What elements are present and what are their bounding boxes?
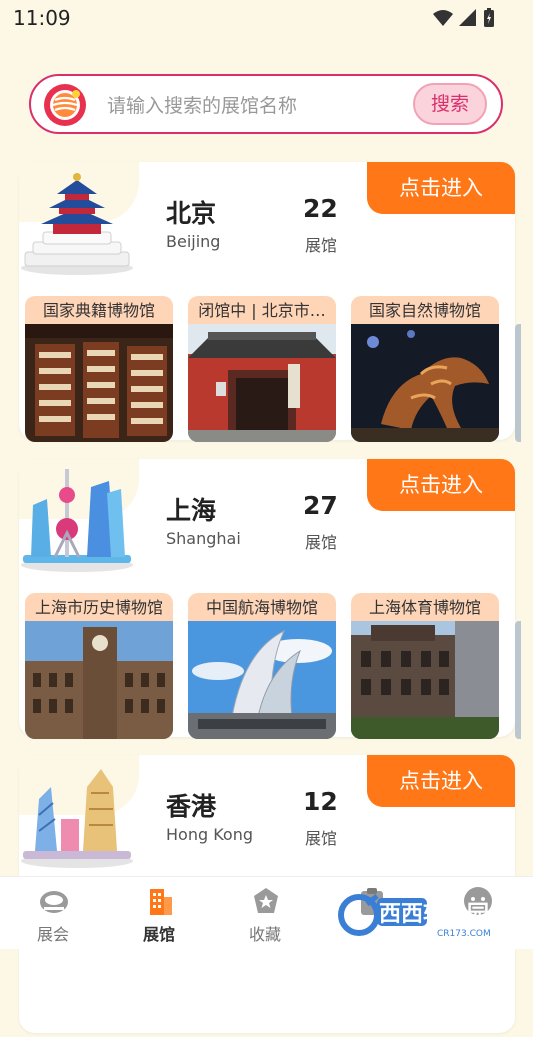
museum-count: 27 bbox=[303, 491, 338, 520]
museum-count-label: 展馆 bbox=[304, 533, 337, 552]
museum-name: 国家自然博物馆 bbox=[351, 296, 499, 326]
exhibition-icon bbox=[40, 891, 68, 913]
tab-label: 展会 bbox=[36, 925, 69, 944]
museum-count-label: 展馆 bbox=[304, 236, 337, 255]
enter-city-button[interactable]: 点击进入 bbox=[367, 162, 515, 214]
museum-photo bbox=[25, 324, 173, 442]
museum-list: 上海市历史博物馆 中国航海博物馆 上海体育博物馆 bbox=[25, 593, 521, 739]
city-english-name: Beijing bbox=[166, 232, 221, 251]
city-card-shanghai: 上海 Shanghai 27 展馆 点击进入 上海市历史博物馆 中国航海博物馆 … bbox=[19, 459, 521, 741]
watermark-logo: 西西软件园 CR173.COM bbox=[338, 894, 491, 939]
watermark-subtext: CR173.COM bbox=[437, 929, 491, 939]
city-name: 上海 bbox=[166, 496, 217, 525]
museum-card[interactable]: 上海市历史博物馆 bbox=[25, 593, 173, 739]
museum-card[interactable]: 上海体育博物馆 bbox=[351, 593, 499, 739]
museum-photo bbox=[25, 621, 173, 739]
museum-count: 22 bbox=[303, 194, 338, 223]
museum-card[interactable]: 中国航海博物馆 bbox=[188, 593, 336, 739]
tab-label: 收藏 bbox=[248, 925, 281, 944]
search-input[interactable] bbox=[105, 88, 409, 124]
museum-photo bbox=[188, 324, 336, 442]
museum-name: 上海体育博物馆 bbox=[351, 593, 499, 623]
museum-name: 中国航海博物馆 bbox=[188, 593, 336, 623]
signal-icon bbox=[459, 9, 476, 26]
museum-photo bbox=[188, 621, 336, 739]
museum-name: 上海市历史博物馆 bbox=[25, 593, 173, 623]
city-name: 香港 bbox=[166, 792, 217, 821]
city-card-beijing: 北京 Beijing 22 展馆 点击进入 国家典籍博物馆 闭馆中 | 北京市…… bbox=[19, 162, 521, 444]
tab-museum[interactable]: 展馆 bbox=[106, 877, 212, 949]
museum-count: 12 bbox=[303, 787, 338, 816]
museum-name: 闭馆中 | 北京市… bbox=[188, 296, 336, 326]
city-english-name: Hong Kong bbox=[166, 825, 253, 844]
search-button[interactable]: 搜索 bbox=[413, 83, 487, 125]
enter-city-button[interactable]: 点击进入 bbox=[367, 459, 515, 511]
status-time: 11:09 bbox=[13, 6, 71, 30]
watermark-text: 西西软件园 bbox=[379, 901, 489, 927]
shanghai-skyline-icon bbox=[21, 469, 133, 572]
search-bar: 搜索 bbox=[29, 74, 503, 134]
museum-photo bbox=[351, 621, 499, 739]
museum-card[interactable]: 国家自然博物馆 bbox=[351, 296, 499, 442]
star-icon bbox=[254, 888, 278, 913]
museum-building-icon bbox=[150, 889, 172, 915]
tab-favorites[interactable]: 收藏 bbox=[212, 877, 318, 949]
temple-of-heaven-icon bbox=[21, 173, 133, 275]
hong-kong-skyline-icon bbox=[21, 769, 133, 868]
app-logo-icon bbox=[44, 84, 86, 126]
city-name: 北京 bbox=[166, 199, 217, 228]
wifi-icon bbox=[433, 10, 453, 26]
city-english-name: Shanghai bbox=[166, 529, 241, 548]
enter-city-button[interactable]: 点击进入 bbox=[367, 755, 515, 807]
tab-label: 展馆 bbox=[142, 925, 175, 944]
museum-card[interactable]: 国家典籍博物馆 bbox=[25, 296, 173, 442]
tab-exhibition[interactable]: 展会 bbox=[0, 877, 106, 949]
museum-list: 国家典籍博物馆 闭馆中 | 北京市… 国家自然博物馆 bbox=[25, 296, 521, 442]
status-bar: 11:09 bbox=[0, 0, 533, 36]
museum-card[interactable]: 闭馆中 | 北京市… bbox=[188, 296, 336, 442]
battery-icon bbox=[484, 8, 494, 27]
status-icons bbox=[433, 8, 495, 28]
museum-photo bbox=[351, 324, 499, 442]
museum-name: 国家典籍博物馆 bbox=[25, 296, 173, 326]
museum-count-label: 展馆 bbox=[304, 829, 337, 848]
